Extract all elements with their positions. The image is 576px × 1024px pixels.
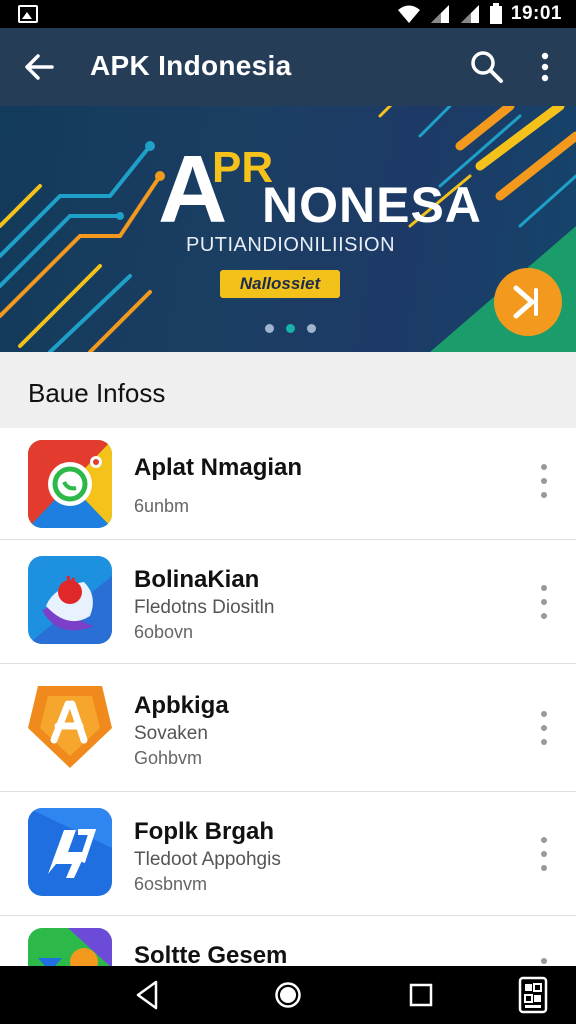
banner-subtitle: PUTIANDIONILIISION bbox=[186, 234, 396, 256]
battery-icon bbox=[489, 3, 502, 24]
status-bar: 19:01 bbox=[0, 0, 576, 28]
signal-icon bbox=[430, 5, 449, 23]
list-item[interactable]: Apbkiga Sovaken Gohbvm bbox=[0, 664, 576, 792]
banner-pagination bbox=[265, 324, 316, 333]
app-description: Sovaken bbox=[134, 723, 208, 744]
app-meta: 6obovn bbox=[134, 622, 194, 642]
list-item[interactable]: Foplk Brgah Tledoot Appohgis 6osbnvm bbox=[0, 792, 576, 916]
app-name: Apbkiga bbox=[134, 692, 229, 719]
more-vert-icon[interactable] bbox=[534, 958, 554, 966]
arrow-left-icon[interactable] bbox=[22, 50, 56, 84]
more-vert-icon[interactable] bbox=[528, 50, 562, 84]
app-description: Tledoot Appohgis bbox=[134, 849, 281, 870]
lightning-bolt-icon bbox=[28, 808, 112, 896]
section-header: Baue Infoss bbox=[0, 352, 576, 428]
list-item[interactable]: BolinaKian Fledotns Diositln 6obovn bbox=[0, 540, 576, 664]
pagination-dot-active[interactable] bbox=[286, 324, 295, 333]
orange-shield-icon bbox=[28, 682, 112, 770]
green-tile-icon bbox=[28, 928, 112, 966]
system-nav-bar bbox=[0, 966, 576, 1024]
image-notification-icon bbox=[18, 5, 38, 23]
list-item[interactable]: Aplat Nmagian 6unbm bbox=[0, 428, 576, 540]
app-title: APK Indonesia bbox=[90, 50, 292, 81]
nav-back-icon[interactable] bbox=[134, 978, 160, 1012]
app-bar: APK Indonesia bbox=[0, 28, 576, 106]
nav-recents-icon[interactable] bbox=[408, 978, 434, 1012]
more-vert-icon[interactable] bbox=[534, 711, 554, 745]
search-icon[interactable] bbox=[470, 50, 504, 84]
nav-home-icon[interactable] bbox=[274, 978, 302, 1012]
more-vert-icon[interactable] bbox=[534, 585, 554, 619]
app-meta: Gohbvm bbox=[134, 748, 203, 768]
more-vert-icon[interactable] bbox=[534, 837, 554, 871]
app-name: Aplat Nmagian bbox=[134, 454, 303, 481]
app-description: Fledotns Diositln bbox=[134, 597, 275, 618]
banner-pill-button[interactable]: Nallossiet bbox=[220, 270, 340, 298]
pagination-dot[interactable] bbox=[265, 324, 274, 333]
pagination-dot[interactable] bbox=[307, 324, 316, 333]
qr-code-icon[interactable] bbox=[518, 976, 548, 1014]
status-icons: 19:01 bbox=[397, 0, 562, 28]
app-name: Foplk Brgah bbox=[134, 818, 275, 845]
clock: 19:01 bbox=[510, 3, 562, 24]
wifi-icon bbox=[397, 5, 420, 23]
red-circle-app-icon bbox=[28, 556, 112, 644]
app-meta: 6unbm bbox=[134, 496, 190, 516]
chat-bubble-icon bbox=[28, 440, 112, 528]
app-name: Soltte Gesem bbox=[134, 942, 288, 966]
section-title: Baue Infoss bbox=[28, 378, 166, 408]
banner-headline-nonesa: NONESA bbox=[262, 177, 482, 233]
more-vert-icon[interactable] bbox=[534, 464, 554, 498]
app-name: BolinaKian bbox=[134, 566, 260, 593]
promo-banner[interactable]: A PR NONESA PUTIANDIONILIISION Nallossie… bbox=[0, 106, 576, 352]
signal-icon-2 bbox=[460, 5, 479, 23]
app-meta: 6osbnvm bbox=[134, 874, 208, 894]
list-item[interactable]: Soltte Gesem bbox=[0, 916, 576, 966]
